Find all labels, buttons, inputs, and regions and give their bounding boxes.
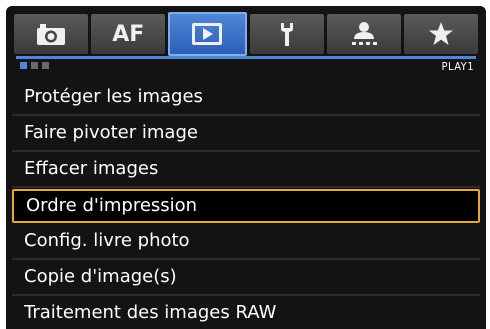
star-icon [428,22,453,45]
wrench-icon [280,23,293,46]
page-dot-3 [42,62,49,69]
menu-item-print-order[interactable]: Ordre d'impression [12,189,480,223]
page-dot-1 [20,62,27,69]
menu-item-protect-images[interactable]: Protéger les images [12,80,480,116]
tab-setup[interactable] [249,14,324,54]
tab-playback[interactable] [168,12,247,56]
page-label: PLAY1 [441,60,474,73]
menu-tab-bar: AF [14,12,479,56]
tab-af-label: AF [112,21,145,47]
menu-item-erase-images[interactable]: Effacer images [12,152,480,188]
tab-af[interactable]: AF [91,14,166,54]
playback-icon [192,23,223,45]
custom-functions-icon [351,22,377,45]
camera-menu-frame: AF PLAY1 Protéger les images Faire pivot… [0,0,490,329]
menu-list: Protéger les images Faire pivoter image … [12,80,480,329]
menu-item-raw-processing[interactable]: Traitement des images RAW [12,296,480,329]
menu-item-rotate-image[interactable]: Faire pivoter image [12,116,480,152]
tab-shooting[interactable] [14,14,89,54]
tab-my-menu[interactable] [403,14,479,54]
camera-menu-screen: AF PLAY1 Protéger les images Faire pivot… [6,6,486,329]
page-dots [20,62,49,69]
tab-underline [16,56,476,59]
page-dot-2 [31,62,38,69]
tab-custom-functions[interactable] [326,14,401,54]
menu-item-image-copy[interactable]: Copie d'image(s) [12,260,480,296]
camera-icon [37,24,66,45]
menu-item-photobook-setup[interactable]: Config. livre photo [12,224,480,260]
